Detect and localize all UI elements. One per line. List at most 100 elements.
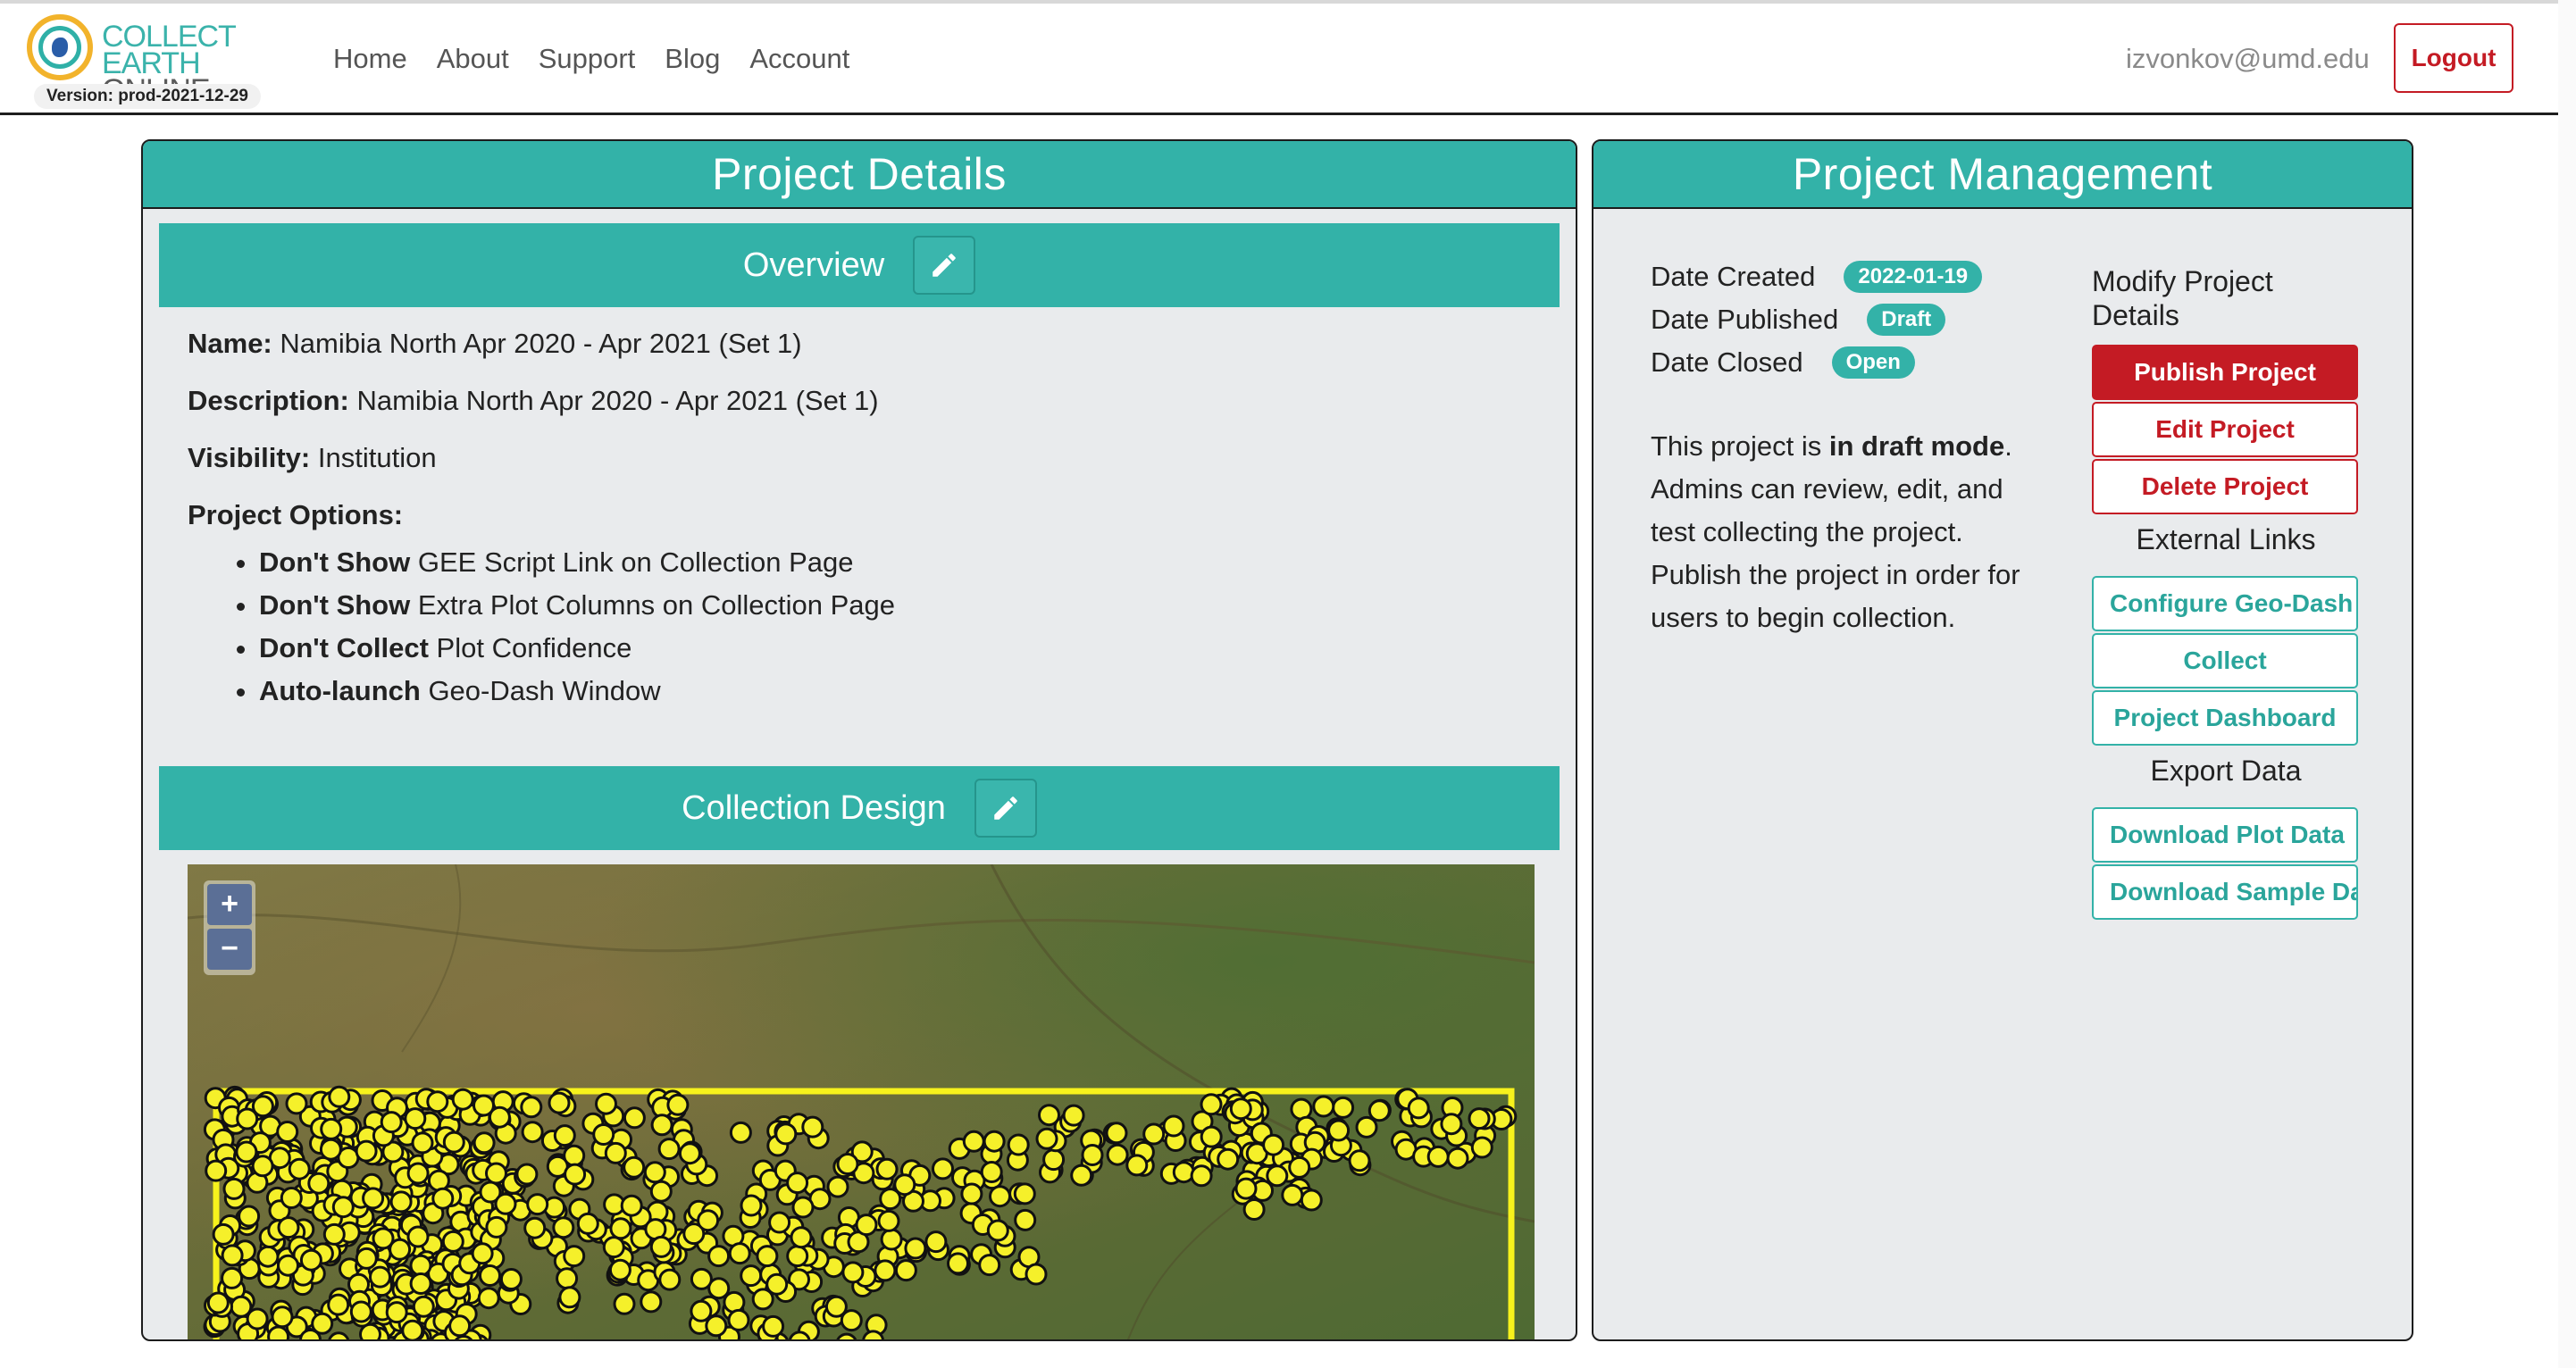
plot-marker[interactable] [401, 1319, 424, 1340]
plot-marker[interactable] [1446, 1147, 1469, 1170]
plot-marker[interactable] [690, 1299, 713, 1322]
nav-link-account[interactable]: Account [749, 43, 849, 75]
plot-marker[interactable] [1300, 1189, 1323, 1212]
plot-marker[interactable] [1035, 1127, 1058, 1150]
plot-marker[interactable] [1312, 1095, 1335, 1118]
plot-marker[interactable] [355, 1139, 378, 1163]
delete-project-button[interactable]: Delete Project [2092, 459, 2358, 514]
zoom-in-button[interactable]: + [207, 884, 252, 925]
plot-marker[interactable] [880, 1228, 903, 1251]
plot-marker[interactable] [563, 1245, 586, 1268]
plot-marker[interactable] [442, 1130, 465, 1154]
plot-marker[interactable] [389, 1238, 412, 1261]
plot-marker[interactable] [640, 1290, 663, 1314]
plot-marker[interactable] [649, 1235, 673, 1258]
plot-marker[interactable] [1105, 1122, 1128, 1145]
plot-marker[interactable] [246, 1307, 269, 1330]
plot-marker[interactable] [836, 1153, 859, 1175]
plot-marker[interactable] [980, 1161, 1003, 1183]
plot-marker[interactable] [893, 1173, 916, 1197]
plot-marker[interactable] [1440, 1113, 1463, 1136]
plot-marker[interactable] [962, 1130, 985, 1153]
plot-marker[interactable] [658, 1268, 682, 1291]
plot-marker[interactable] [623, 1106, 646, 1130]
plot-marker[interactable] [576, 1212, 599, 1235]
plot-marker[interactable] [1234, 1177, 1258, 1200]
plot-marker[interactable] [595, 1092, 617, 1115]
plot-marker[interactable] [409, 1272, 432, 1295]
plot-marker[interactable] [1355, 1115, 1378, 1139]
plot-marker[interactable] [877, 1209, 900, 1232]
nav-link-support[interactable]: Support [539, 43, 636, 75]
plot-marker[interactable] [697, 1209, 720, 1232]
plot-marker[interactable] [221, 1266, 244, 1289]
nav-link-home[interactable]: Home [333, 43, 407, 75]
scrollbar[interactable] [2558, 0, 2576, 1368]
plot-marker[interactable] [1200, 1093, 1223, 1116]
plot-marker[interactable] [986, 1219, 1009, 1242]
plot-marker[interactable] [369, 1265, 391, 1289]
plot-marker[interactable] [1332, 1096, 1355, 1119]
plot-marker[interactable] [389, 1190, 413, 1214]
plot-marker[interactable] [604, 1141, 627, 1164]
plot-marker[interactable] [1162, 1114, 1185, 1138]
plot-marker[interactable] [277, 1216, 300, 1239]
plot-marker[interactable] [280, 1187, 303, 1209]
plot-marker[interactable] [904, 1237, 927, 1260]
plot-marker[interactable] [271, 1305, 294, 1329]
plot-marker[interactable] [1407, 1097, 1430, 1120]
plot-marker[interactable] [299, 1329, 322, 1342]
plot-marker[interactable] [894, 1259, 917, 1282]
plot-marker[interactable] [328, 1085, 351, 1108]
plot-marker[interactable] [564, 1163, 587, 1186]
plot-marker[interactable] [1106, 1143, 1129, 1166]
plot-marker[interactable] [494, 1192, 517, 1215]
download-sample-data-button[interactable]: Download Sample Data [2092, 864, 2358, 920]
plot-marker[interactable] [485, 1162, 507, 1185]
plot-marker[interactable] [251, 1155, 274, 1178]
plot-marker[interactable] [355, 1247, 378, 1270]
plot-marker[interactable] [206, 1291, 230, 1314]
plot-marker[interactable] [552, 1216, 575, 1239]
plot-marker[interactable] [558, 1286, 581, 1309]
plot-marker[interactable] [411, 1131, 434, 1155]
plot-marker[interactable] [441, 1230, 464, 1253]
plot-marker[interactable] [380, 1111, 403, 1134]
plot-marker[interactable] [409, 1254, 432, 1277]
plot-marker[interactable] [485, 1215, 508, 1239]
logout-button[interactable]: Logout [2394, 23, 2513, 93]
plot-marker[interactable] [488, 1105, 511, 1129]
plot-marker[interactable] [473, 1131, 496, 1155]
plot-marker[interactable] [666, 1093, 690, 1116]
project-dashboard-button[interactable]: Project Dashboard [2092, 690, 2358, 746]
plot-marker[interactable] [727, 1308, 750, 1331]
plot-marker[interactable] [728, 1242, 751, 1265]
plot-marker[interactable] [1172, 1161, 1195, 1184]
plot-marker[interactable] [427, 1169, 450, 1192]
plot-marker[interactable] [1217, 1147, 1240, 1171]
plot-marker[interactable] [431, 1187, 455, 1210]
plot-marker[interactable] [924, 1230, 948, 1254]
plot-marker[interactable] [1142, 1122, 1166, 1146]
plot-marker[interactable] [740, 1264, 763, 1288]
plot-marker[interactable] [947, 1252, 969, 1275]
plot-marker[interactable] [592, 1123, 615, 1146]
plot-marker[interactable] [256, 1245, 280, 1268]
plot-marker[interactable] [705, 1314, 728, 1338]
plot-marker[interactable] [520, 1096, 543, 1119]
edit-project-button[interactable]: Edit Project [2092, 402, 2358, 457]
plot-marker[interactable] [553, 1124, 576, 1147]
plot-marker[interactable] [729, 1121, 752, 1144]
plot-marker[interactable] [1013, 1182, 1036, 1205]
plot-marker[interactable] [299, 1248, 322, 1272]
plot-marker[interactable] [212, 1222, 235, 1246]
plot-marker[interactable] [855, 1214, 878, 1237]
plot-marker[interactable] [1470, 1136, 1493, 1159]
plot-marker[interactable] [471, 1242, 494, 1265]
plot-marker[interactable] [786, 1245, 809, 1268]
plot-marker[interactable] [650, 1114, 673, 1137]
plot-marker[interactable] [563, 1144, 586, 1167]
plot-marker[interactable] [426, 1090, 449, 1114]
plot-marker[interactable] [643, 1161, 666, 1184]
nav-link-about[interactable]: About [437, 43, 509, 75]
